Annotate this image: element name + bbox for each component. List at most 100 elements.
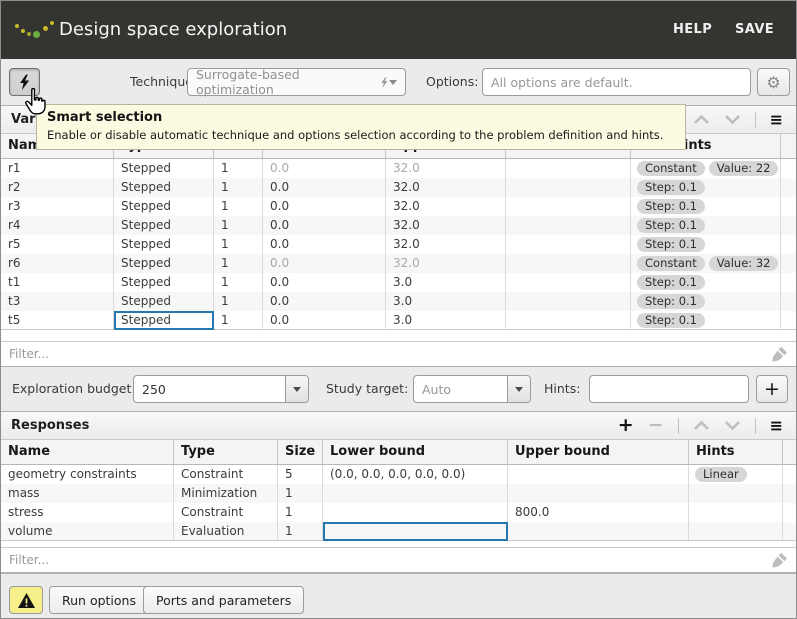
hints-input[interactable]: [598, 382, 740, 397]
table-row[interactable]: r5Stepped10.032.0 Step: 0.1: [1, 235, 796, 254]
options-input[interactable]: [491, 75, 742, 90]
cell-lower[interactable]: 0.0: [263, 178, 386, 197]
table-row[interactable]: massMinimization1: [1, 484, 796, 503]
cell-type[interactable]: Evaluation: [174, 522, 278, 541]
column-header-name[interactable]: Name: [1, 440, 174, 465]
cell-hints[interactable]: Step: 0.1: [631, 197, 781, 216]
budget-dropdown-button[interactable]: [285, 376, 308, 402]
table-row[interactable]: geometry constraintsConstraint5(0.0, 0.0…: [1, 465, 796, 484]
add-hint-button[interactable]: +: [756, 375, 788, 403]
cell-size[interactable]: 1: [214, 235, 263, 254]
cell-hints[interactable]: Step: 0.1: [631, 273, 781, 292]
cell-lower[interactable]: (0.0, 0.0, 0.0, 0.0, 0.0): [323, 465, 508, 484]
cell-upper[interactable]: 3.0: [386, 273, 506, 292]
cell-name[interactable]: r4: [1, 216, 114, 235]
technique-dropdown[interactable]: Surrogate-based optimization: [187, 68, 406, 96]
cell-size[interactable]: 1: [214, 292, 263, 311]
cell-upper[interactable]: 32.0: [386, 159, 506, 178]
variables-menu-button[interactable]: ≡: [770, 112, 783, 128]
cell-size[interactable]: 1: [214, 178, 263, 197]
move-up-icon[interactable]: [693, 114, 710, 125]
cell-type[interactable]: Stepped: [114, 273, 214, 292]
study-target-combo[interactable]: [413, 375, 531, 403]
cell-size[interactable]: 1: [214, 159, 263, 178]
table-row[interactable]: r4Stepped10.032.0Step: 0.1: [1, 216, 796, 235]
cell-lower[interactable]: 0.0: [263, 273, 386, 292]
cell-lower[interactable]: 0.0: [263, 159, 386, 178]
cell-type[interactable]: Stepped: [114, 292, 214, 311]
cell-upper[interactable]: 32.0: [386, 178, 506, 197]
cell-lower[interactable]: 0.0: [263, 235, 386, 254]
cell-size[interactable]: 1: [214, 311, 263, 330]
responses-menu-button[interactable]: ≡: [770, 418, 783, 434]
cell-size[interactable]: 1: [214, 273, 263, 292]
cell-type[interactable]: Constraint: [174, 503, 278, 522]
cell-type[interactable]: Stepped: [114, 254, 214, 273]
cell-name[interactable]: t3: [1, 292, 114, 311]
cell-upper[interactable]: [508, 484, 689, 503]
responses-filter-input[interactable]: [9, 553, 771, 567]
options-field[interactable]: [482, 68, 751, 96]
remove-response-button[interactable]: −: [648, 416, 664, 435]
exploration-budget-input[interactable]: [142, 382, 277, 397]
cell-type[interactable]: Constraint: [174, 465, 278, 484]
cell-hints[interactable]: [689, 484, 783, 503]
run-options-button[interactable]: Run options: [49, 586, 149, 614]
cell-hints[interactable]: [689, 503, 783, 522]
table-row[interactable]: t5Stepped10.03.0Step: 0.1: [1, 311, 796, 330]
options-settings-button[interactable]: ⚙: [757, 68, 790, 96]
cell-type[interactable]: Stepped: [114, 178, 214, 197]
cell-name[interactable]: r1: [1, 159, 114, 178]
save-button[interactable]: SAVE: [735, 1, 774, 59]
cell-hints[interactable]: Step: 0.1: [631, 178, 781, 197]
cell-upper[interactable]: 32.0: [386, 254, 506, 273]
cell-lower[interactable]: 0.0: [263, 292, 386, 311]
cell-size[interactable]: 1: [278, 484, 323, 503]
cell-name[interactable]: volume: [1, 522, 174, 541]
column-header-lower[interactable]: Lower bound: [323, 440, 508, 465]
cell-upper[interactable]: [508, 465, 689, 484]
cell-upper[interactable]: 800.0: [508, 503, 689, 522]
add-response-button[interactable]: +: [618, 416, 634, 435]
cell-name[interactable]: geometry constraints: [1, 465, 174, 484]
help-button[interactable]: HELP: [673, 1, 712, 59]
variables-filter-input[interactable]: [9, 347, 771, 361]
table-row[interactable]: volumeEvaluation1: [1, 522, 796, 541]
study-target-input[interactable]: [422, 382, 499, 397]
cell-size[interactable]: 1: [278, 503, 323, 522]
hints-field[interactable]: [589, 375, 749, 403]
move-down-icon[interactable]: [724, 114, 741, 125]
cell-name[interactable]: r5: [1, 235, 114, 254]
cell-hints[interactable]: Step: 0.1: [631, 311, 781, 330]
cell-size[interactable]: 1: [214, 254, 263, 273]
cell-name[interactable]: r3: [1, 197, 114, 216]
table-row[interactable]: stressConstraint1800.0: [1, 503, 796, 522]
table-row[interactable]: r1Stepped10.032.0ConstantValue: 22: [1, 159, 796, 178]
cell-lower[interactable]: 0.0: [263, 311, 386, 330]
cell-lower[interactable]: 0.0: [263, 197, 386, 216]
cell-name[interactable]: r6: [1, 254, 114, 273]
cell-type[interactable]: Stepped: [114, 235, 214, 254]
cell-type-selected[interactable]: Stepped: [114, 311, 214, 330]
cell-hints[interactable]: Step: 0.1: [631, 235, 781, 254]
cell-upper[interactable]: 3.0: [386, 311, 506, 330]
table-row[interactable]: r6Stepped10.032.0ConstantValue: 32: [1, 254, 796, 273]
move-up-icon[interactable]: [693, 420, 710, 431]
target-dropdown-button[interactable]: [507, 376, 530, 402]
exploration-budget-combo[interactable]: [133, 375, 309, 403]
column-header-type[interactable]: Type: [174, 440, 278, 465]
ports-and-parameters-button[interactable]: Ports and parameters: [143, 586, 304, 614]
cell-hints[interactable]: Step: 0.1: [631, 292, 781, 311]
cell-upper[interactable]: [508, 522, 689, 541]
cell-upper[interactable]: 3.0: [386, 292, 506, 311]
cell-type[interactable]: Stepped: [114, 159, 214, 178]
cell-size[interactable]: 1: [214, 197, 263, 216]
table-row[interactable]: r2Stepped10.032.0Step: 0.1: [1, 178, 796, 197]
cell-upper[interactable]: 32.0: [386, 216, 506, 235]
cell-lower[interactable]: 0.0: [263, 216, 386, 235]
cell-size[interactable]: 5: [278, 465, 323, 484]
cell-upper[interactable]: 32.0: [386, 235, 506, 254]
cell-hints[interactable]: Step: 0.1: [631, 216, 781, 235]
cell-hints[interactable]: ConstantValue: 32: [631, 254, 781, 273]
cell-name[interactable]: mass: [1, 484, 174, 503]
